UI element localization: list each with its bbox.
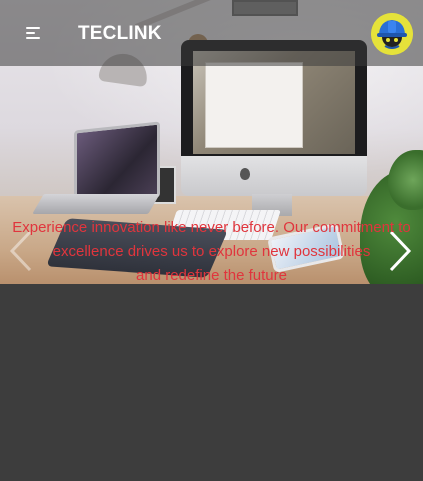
top-navbar: TECLINK	[0, 0, 423, 66]
caption-line: excellence drives us to explore new poss…	[52, 243, 371, 260]
hamburger-menu-icon[interactable]	[26, 27, 42, 41]
page: TECLINK Experience innovation like never	[0, 0, 423, 481]
laptop-base	[32, 194, 160, 214]
apple-logo-icon	[240, 168, 250, 180]
hero-caption: Experience innovation like never before.…	[0, 216, 423, 288]
user-avatar[interactable]	[371, 13, 413, 55]
imac-window	[205, 62, 303, 148]
imac-chin	[181, 156, 367, 196]
caption-line: Experience innovation like never before.…	[12, 219, 411, 236]
caption-line: and redefine the future	[136, 267, 287, 284]
hardhat-avatar-icon	[371, 13, 413, 55]
brand-logo-text[interactable]: TECLINK	[78, 23, 162, 45]
